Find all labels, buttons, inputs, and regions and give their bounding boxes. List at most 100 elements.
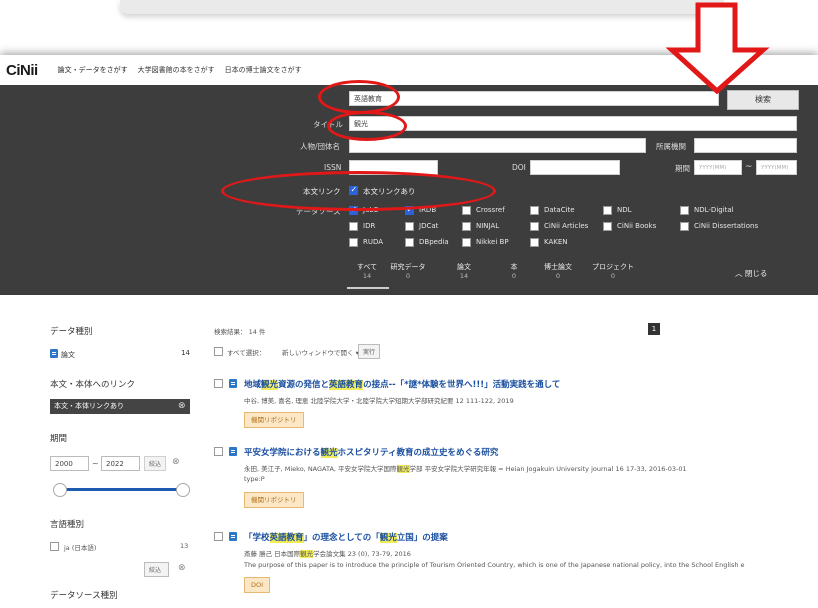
- source-checkbox[interactable]: [349, 222, 358, 231]
- screenshot-frame: CiNii 論文・データをさがす 大学図書館の本をさがす 日本の博士論文をさがす…: [0, 55, 818, 608]
- page-number-current[interactable]: 1: [648, 323, 660, 335]
- source-label: CiNii Books: [617, 222, 657, 230]
- title-highlight: 観光: [261, 380, 279, 390]
- bulk-action-select[interactable]: 新しいウィンドウで開く ▾: [282, 347, 359, 357]
- title-part: 立国」の提案: [396, 533, 448, 543]
- run-action-button[interactable]: 実行: [358, 344, 380, 359]
- window-top-strip: [120, 0, 724, 14]
- result-checkbox[interactable]: [214, 532, 223, 541]
- source-checkbox[interactable]: [462, 222, 471, 231]
- result-checkbox[interactable]: [214, 447, 223, 456]
- result-checkbox[interactable]: [214, 379, 223, 388]
- source-filter-heading: データソース種別: [50, 591, 118, 601]
- source-label: Crossref: [476, 206, 505, 214]
- repository-button[interactable]: 機関リポジトリ: [244, 412, 304, 428]
- select-all-label: すべて選択：: [227, 349, 266, 357]
- period-filter-heading: 期間: [50, 434, 68, 444]
- repository-button[interactable]: 機関リポジトリ: [244, 492, 304, 508]
- source-label: IDR: [363, 222, 376, 230]
- result-meta-1: 中谷, 博美, 喜名, 理恵 北陸学院大学・北陸学院大学短期大学部研究紀要 12…: [244, 397, 514, 405]
- title-highlight: 観光: [379, 533, 397, 543]
- collapse-panel-button[interactable]: ︿ 閉じる: [735, 268, 767, 279]
- result-title-2[interactable]: 平安女学院における観光ホスピタリティ教育の成立史をめぐる研究: [244, 446, 498, 458]
- tab-books[interactable]: 本0: [494, 263, 534, 281]
- period-from-input[interactable]: YYYY(MM): [694, 160, 742, 175]
- tab-projects[interactable]: プロジェクト 0: [588, 263, 638, 281]
- meta-highlight: 観光: [396, 465, 410, 473]
- language-item-count: 13: [180, 542, 189, 550]
- title-part: 「学校: [244, 533, 270, 543]
- source-checkbox[interactable]: [530, 222, 539, 231]
- period-slider-handle-min[interactable]: [53, 483, 67, 497]
- source-label: KAKEN: [544, 238, 568, 246]
- tab-label: 研究データ: [390, 263, 426, 271]
- source-checkbox[interactable]: [530, 206, 539, 215]
- source-checkbox[interactable]: [462, 206, 471, 215]
- result-abstract-3: The purpose of this paper is to introduc…: [244, 561, 745, 569]
- document-icon: [229, 447, 237, 456]
- tab-research-data[interactable]: 研究データ 0: [388, 263, 428, 281]
- source-checkbox[interactable]: [680, 206, 689, 215]
- source-checkbox[interactable]: [462, 238, 471, 247]
- source-checkbox[interactable]: [405, 238, 414, 247]
- source-label: DBpedia: [419, 238, 449, 246]
- source-label: CiNii Articles: [544, 222, 589, 230]
- title-highlight: 観光: [320, 448, 338, 458]
- tab-dissertations[interactable]: 博士論文 0: [538, 263, 578, 281]
- nav-link-dissertations[interactable]: 日本の博士論文をさがす: [225, 65, 302, 75]
- remove-filter-icon[interactable]: ⊗: [178, 401, 186, 411]
- source-checkbox[interactable]: [349, 238, 358, 247]
- source-checkbox[interactable]: [603, 222, 612, 231]
- period-range-slider-track[interactable]: [60, 488, 182, 491]
- fulltext-filter-selected[interactable]: 本文・本体リンクあり: [50, 399, 190, 414]
- title-highlight: 英語教育: [329, 380, 364, 390]
- title-highlight: 英語教育: [269, 533, 304, 543]
- title-input[interactable]: 観光: [349, 116, 797, 131]
- tab-count: 0: [555, 272, 561, 280]
- tab-label: 論文: [457, 263, 471, 271]
- institution-label: 所属機関: [656, 142, 686, 151]
- data-type-filter-item[interactable]: 論文 14: [50, 349, 190, 360]
- meta-part: 斎藤 勝己 日本国際: [244, 550, 301, 558]
- result-title-1[interactable]: 地域観光資源の発信と英語教育の接点--「*謎*体験を世界へ!!!」活動実践を通し…: [244, 378, 560, 390]
- source-checkbox[interactable]: [680, 222, 689, 231]
- source-checkbox[interactable]: [405, 222, 414, 231]
- language-filter-heading: 言語種別: [50, 520, 85, 530]
- tab-all[interactable]: すべて 14: [347, 263, 387, 281]
- result-title-3[interactable]: 「学校英語教育」の理念としての「観光立国」の提案: [244, 531, 448, 543]
- period-to-field[interactable]: 2022: [101, 456, 140, 471]
- period-filter-button[interactable]: 絞込: [144, 456, 166, 471]
- period-to-input[interactable]: YYYY(MM): [756, 160, 797, 175]
- clear-language-icon[interactable]: ⊗: [178, 563, 186, 573]
- source-label: CiNii Dissertations: [694, 222, 759, 230]
- nav-link-books[interactable]: 大学図書館の本をさがす: [138, 65, 215, 75]
- doi-label: DOI: [512, 163, 526, 172]
- nav-link-articles[interactable]: 論文・データをさがす: [58, 65, 128, 75]
- document-icon: [50, 349, 58, 358]
- result-type-2: type:P: [244, 475, 265, 483]
- meta-part: 学会論文集 23 (0), 73-79, 2016: [313, 550, 411, 558]
- tab-articles[interactable]: 論文 14: [444, 263, 484, 281]
- document-icon: [229, 532, 237, 541]
- title-part: の接点--「*謎*体験を世界へ!!!」活動実践を通して: [363, 380, 561, 390]
- doi-input[interactable]: [530, 160, 620, 175]
- title-part: 」の理念としての「: [303, 533, 380, 543]
- source-label: Nikkei BP: [476, 238, 509, 246]
- source-checkbox[interactable]: [603, 206, 612, 215]
- person-input[interactable]: [349, 138, 646, 153]
- tab-count: 0: [405, 272, 411, 280]
- cinii-logo[interactable]: CiNii: [6, 62, 38, 79]
- tab-count: 0: [610, 272, 616, 280]
- language-filter-button[interactable]: 絞込: [144, 562, 169, 577]
- source-checkbox[interactable]: [530, 238, 539, 247]
- period-slider-handle-max[interactable]: [176, 483, 190, 497]
- document-icon: [229, 379, 237, 388]
- freeword-input[interactable]: 英語教育: [349, 91, 719, 106]
- fulltext-filter-heading: 本文・本体へのリンク: [50, 380, 136, 390]
- language-checkbox[interactable]: [50, 542, 59, 551]
- select-all-checkbox[interactable]: [214, 347, 223, 356]
- period-from-field[interactable]: 2000: [50, 456, 89, 471]
- clear-period-icon[interactable]: ⊗: [172, 457, 180, 467]
- doi-button[interactable]: DOI: [244, 577, 271, 593]
- institution-input[interactable]: [694, 138, 797, 153]
